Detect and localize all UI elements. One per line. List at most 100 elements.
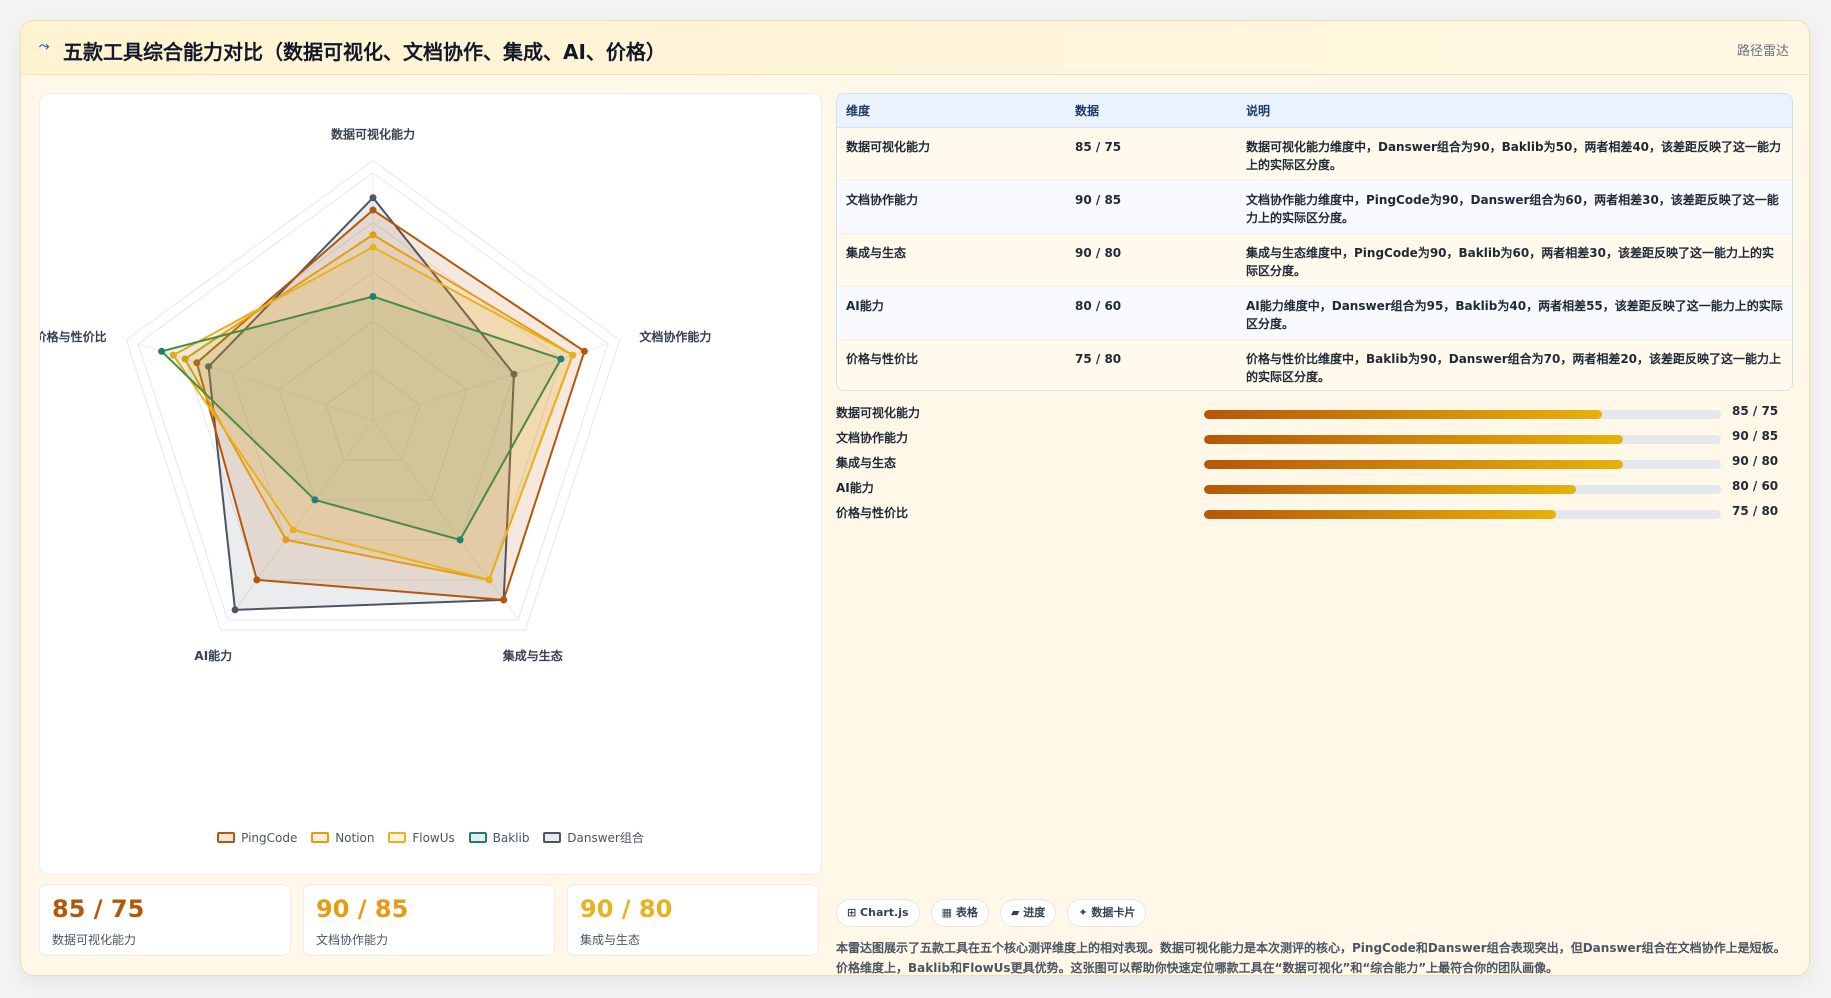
legend-swatch-flowus: [388, 832, 407, 843]
cell-data: 90 / 80: [1066, 232, 1237, 286]
progress-row: 文档协作能力 90 / 85: [836, 427, 1786, 452]
radar-card: ⤳ 五款工具综合能力对比（数据可视化、文档协作、集成、AI、价格） 路径雷达 数…: [20, 20, 1810, 976]
progress-bars: 数据可视化能力 85 / 75 文档协作能力 90 / 85 集成与生态 90 …: [836, 402, 1786, 527]
route-icon: ⤳: [39, 39, 50, 54]
cell-data: 85 / 75: [1066, 126, 1237, 180]
progress-track: [1204, 510, 1721, 519]
cell-dimension: 价格与性价比: [837, 338, 1066, 390]
radar-point: [369, 206, 377, 214]
cell-dimension: 文档协作能力: [837, 179, 1066, 233]
legend-item-pingcode[interactable]: PingCode: [217, 831, 297, 845]
radar-chart-panel: 数据可视化能力文档协作能力集成与生态 AI能力 价格与性价比 PingCode No…: [39, 93, 822, 875]
legend-item-notion[interactable]: Notion: [311, 830, 375, 845]
legend-item-baklib[interactable]: Baklib: [468, 830, 530, 845]
chip-table[interactable]: ▦ 表格: [930, 899, 989, 927]
radar-point: [369, 293, 377, 300]
kpi-label: 文档协作能力: [316, 933, 389, 947]
radar-axis-label: 文档协作能力: [639, 329, 711, 344]
progress-value: 80 / 60: [1732, 479, 1779, 493]
cell-description: 数据可视化能力维度中，Danswer组合为90，Baklib为50，两者相差40…: [1237, 126, 1792, 180]
radar-point: [569, 351, 577, 359]
cell-description: 集成与生态维度中，PingCode为90，Baklib为60，两者相差30，该差…: [1237, 232, 1792, 286]
legend-item-danswer[interactable]: Danswer组合: [543, 829, 644, 846]
radar-point: [500, 596, 508, 604]
progress-fill: [1204, 410, 1603, 419]
chip-progress[interactable]: ▰ 进度: [999, 899, 1057, 927]
summary-text: 本雷达图展示了五款工具在五个核心测评维度上的相对表现。数据可视化能力是本次测评的…: [836, 941, 1786, 975]
legend-item-flowus[interactable]: FlowUs: [388, 830, 455, 845]
progress-value: 85 / 75: [1732, 404, 1779, 418]
progress-label: 集成与生态: [836, 456, 897, 470]
radar-point: [289, 526, 297, 534]
page-title: 五款工具综合能力对比（数据可视化、文档协作、集成、AI、价格）: [63, 40, 666, 64]
progress-fill: [1204, 435, 1623, 444]
radar-point: [485, 576, 493, 584]
radar-point: [456, 536, 464, 544]
column-header-dimension: 维度: [837, 94, 1066, 128]
dimension-table: 维度 数据 说明 数据可视化能力 85 / 75 数据可视化能力维度中，Dans…: [836, 93, 1793, 391]
table-row: 文档协作能力 90 / 85 文档协作能力维度中，PingCode为90，Dan…: [837, 179, 1792, 233]
radar-axis-label: 数据可视化能力: [331, 126, 415, 141]
radar-point: [369, 231, 377, 239]
table-header-row: 维度 数据 说明: [837, 94, 1792, 128]
legend-label: Baklib: [492, 830, 530, 845]
radar-point: [369, 194, 377, 202]
cell-description: 文档协作能力维度中，PingCode为90，Danswer组合为60，两者相差3…: [1237, 179, 1792, 233]
radar-axis-label: AI能力: [194, 648, 232, 663]
radar-point: [158, 347, 166, 355]
tech-chips: ⊞ Chart.js ▦ 表格 ▰ 进度 ✦ 数据卡片: [836, 899, 1152, 927]
kpi-value: 90 / 85: [316, 895, 409, 923]
progress-row: AI能力 80 / 60: [836, 477, 1786, 502]
cell-data: 80 / 60: [1066, 285, 1237, 339]
card-header: ⤳ 五款工具综合能力对比（数据可视化、文档协作、集成、AI、价格） 路径雷达: [21, 21, 1809, 75]
progress-row: 集成与生态 90 / 80: [836, 452, 1786, 477]
cell-data: 75 / 80: [1066, 338, 1237, 390]
legend-label: PingCode: [241, 830, 298, 845]
chip-chartjs[interactable]: ⊞ Chart.js: [836, 899, 920, 927]
radar-chart: 数据可视化能力文档协作能力集成与生态 AI能力 价格与性价比: [40, 126, 711, 663]
progress-fill: [1204, 510, 1556, 519]
chip-data-card[interactable]: ✦ 数据卡片: [1067, 899, 1147, 927]
legend-swatch-pingcode: [217, 832, 236, 843]
progress-track: [1204, 460, 1721, 469]
kpi-value: 90 / 80: [580, 895, 673, 923]
table-row: 集成与生态 90 / 80 集成与生态维度中，PingCode为90，Bakli…: [837, 232, 1792, 286]
column-header-description: 说明: [1237, 94, 1792, 128]
progress-row: 数据可视化能力 85 / 75: [836, 402, 1786, 427]
legend-label: FlowUs: [412, 830, 455, 845]
progress-fill: [1204, 485, 1577, 494]
cell-description: AI能力维度中，Danswer组合为95，Baklib为40，两者相差55，该差…: [1237, 285, 1792, 339]
progress-label: 价格与性价比: [836, 506, 909, 520]
kpi-value: 85 / 75: [52, 895, 145, 923]
progress-fill: [1204, 460, 1623, 469]
table-row: 价格与性价比 75 / 80 价格与性价比维度中，Baklib为90，Dansw…: [837, 338, 1792, 390]
table-row: 数据可视化能力 85 / 75 数据可视化能力维度中，Danswer组合为90，…: [837, 126, 1792, 180]
cell-dimension: 集成与生态: [837, 232, 1066, 286]
cell-data: 90 / 85: [1066, 179, 1237, 233]
progress-label: 数据可视化能力: [836, 406, 921, 420]
legend-label: Notion: [335, 830, 375, 845]
cell-dimension: AI能力: [837, 285, 1066, 339]
progress-track: [1204, 485, 1721, 494]
radar-point: [282, 536, 290, 544]
kpi-card-data-visualization: 85 / 75 数据可视化能力: [39, 884, 291, 956]
column-header-data: 数据: [1066, 94, 1237, 128]
radar-point: [580, 347, 588, 355]
kpi-label: 集成与生态: [580, 933, 641, 947]
radar-axis-label: 集成与生态: [502, 648, 563, 663]
kpi-card-document-collaboration: 90 / 85 文档协作能力: [303, 884, 555, 956]
kpi-label: 数据可视化能力: [52, 933, 137, 947]
chart-type-tag: 路径雷达: [1736, 44, 1789, 59]
radar-point: [369, 243, 377, 251]
progress-value: 90 / 85: [1732, 429, 1779, 443]
kpi-card-integration: 90 / 80 集成与生态: [567, 884, 819, 956]
radar-point: [311, 496, 319, 504]
cell-description: 价格与性价比维度中，Baklib为90，Danswer组合为70，两者相差20，…: [1237, 338, 1792, 390]
progress-track: [1204, 435, 1721, 444]
table-row: AI能力 80 / 60 AI能力维度中，Danswer组合为95，Baklib…: [837, 285, 1792, 339]
progress-track: [1204, 410, 1721, 419]
legend-swatch-danswer: [543, 832, 562, 843]
radar-axis-label: 价格与性价比: [40, 329, 107, 344]
legend-swatch-notion: [311, 832, 330, 843]
radar-point: [231, 606, 239, 614]
